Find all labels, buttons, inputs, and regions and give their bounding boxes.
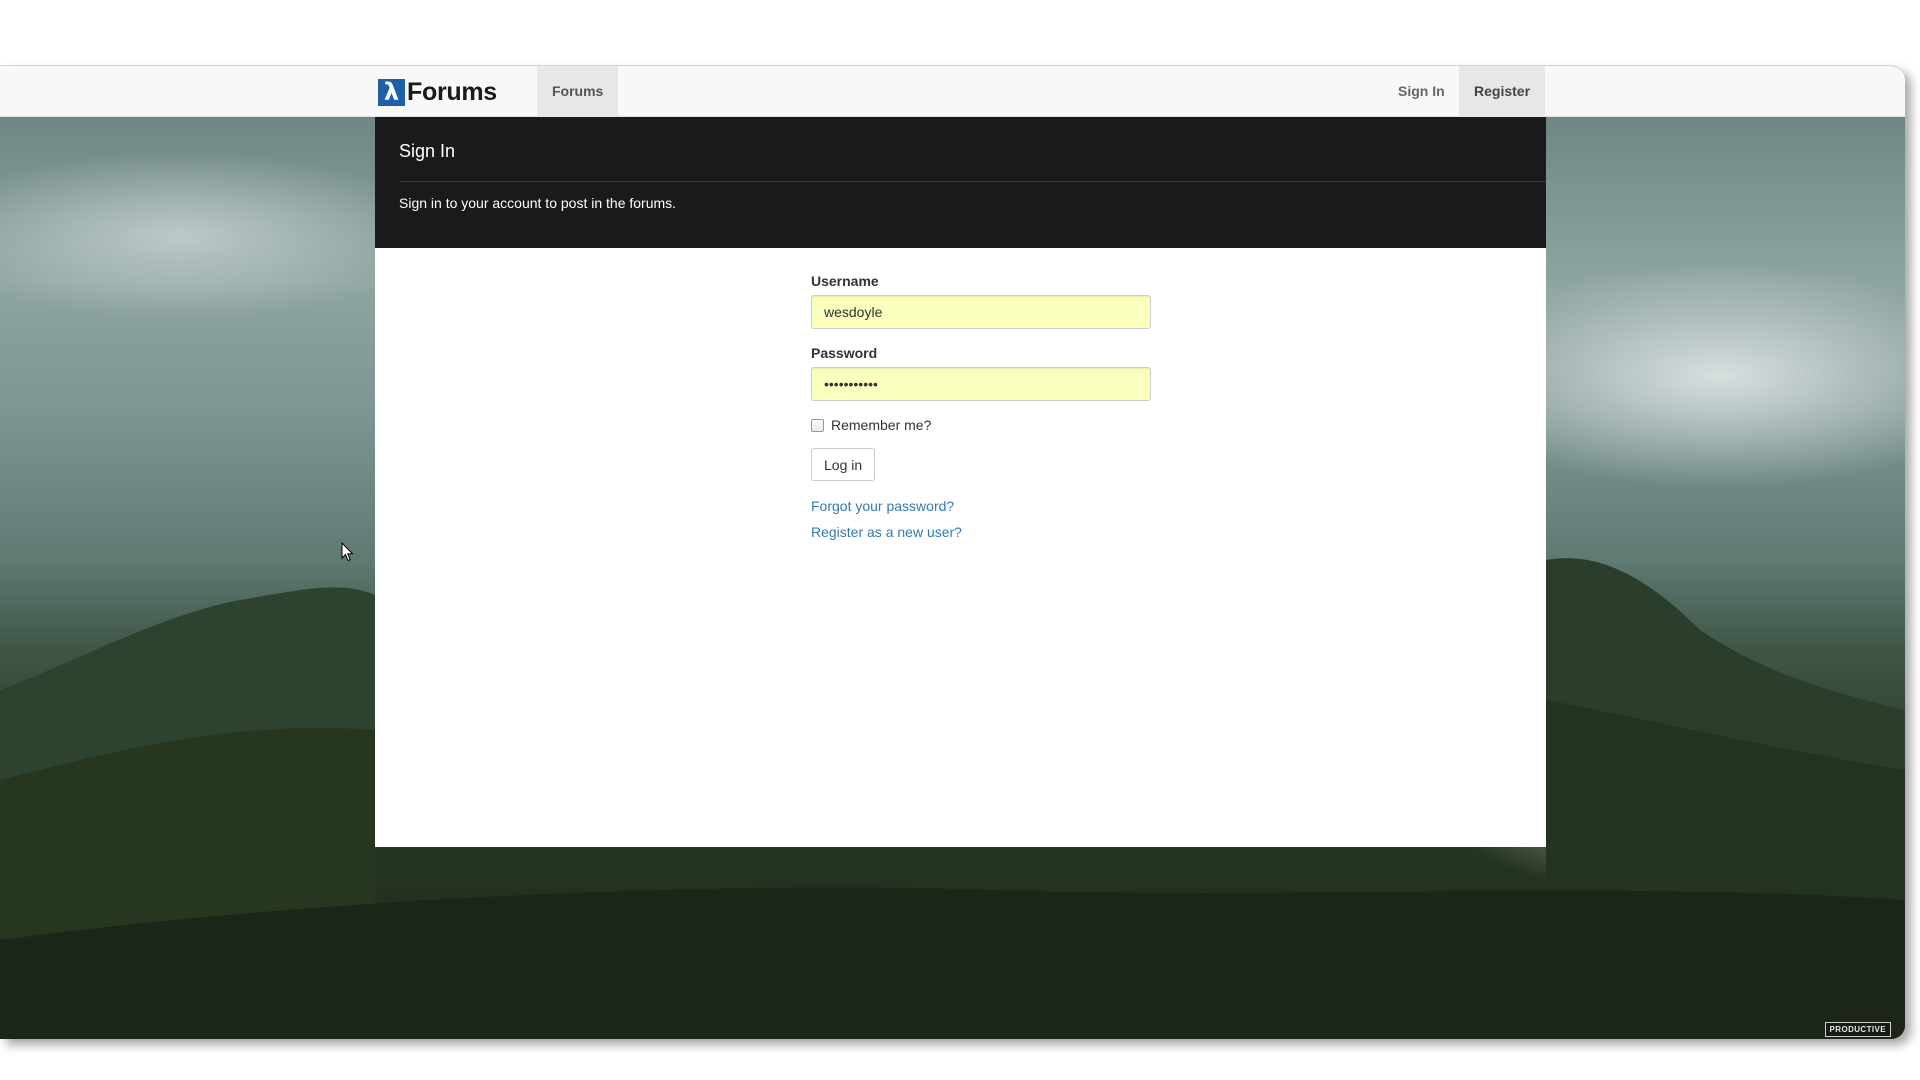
page-header: Sign In Sign in to your account to post …	[375, 117, 1546, 248]
top-navbar: λ Forums Forums Sign In Register	[0, 66, 1905, 117]
header-divider	[399, 181, 1546, 182]
lambda-logo-icon: λ	[378, 78, 405, 106]
password-label: Password	[811, 345, 878, 361]
forgot-password-link[interactable]: Forgot your password?	[811, 498, 1151, 514]
username-input[interactable]	[811, 295, 1151, 329]
browser-window: λ Forums Forums Sign In Register Sign In…	[0, 65, 1905, 1039]
page-subtitle: Sign in to your account to post in the f…	[399, 195, 677, 211]
page-title: Sign In	[399, 141, 456, 161]
nav-forums-link[interactable]: Forums	[537, 66, 619, 117]
log-in-button[interactable]: Log in	[811, 448, 876, 481]
brand-home-link[interactable]: λ Forums	[378, 78, 497, 106]
brand-text: Forums	[407, 77, 497, 106]
remember-me-label: Remember me?	[831, 417, 932, 433]
nav-sign-in-link[interactable]: Sign In	[1383, 66, 1460, 117]
watermark-badge: PRODUCTIVE	[1824, 1022, 1891, 1037]
password-input[interactable]	[811, 367, 1151, 401]
password-group: Password	[811, 345, 1151, 401]
remember-me-checkbox[interactable]	[811, 418, 824, 432]
remember-me-row: Remember me?	[811, 417, 1151, 433]
mouse-pointer-icon	[341, 542, 354, 562]
username-group: Username	[811, 273, 1151, 329]
register-new-user-link[interactable]: Register as a new user?	[811, 524, 1151, 540]
login-form: Username Password Remember me? Log in Fo…	[811, 273, 1151, 540]
main-container: Sign In Sign in to your account to post …	[375, 117, 1546, 847]
nav-register-link[interactable]: Register	[1459, 66, 1546, 117]
navbar-inner: λ Forums Forums Sign In Register	[375, 66, 1546, 117]
username-label: Username	[811, 273, 879, 289]
